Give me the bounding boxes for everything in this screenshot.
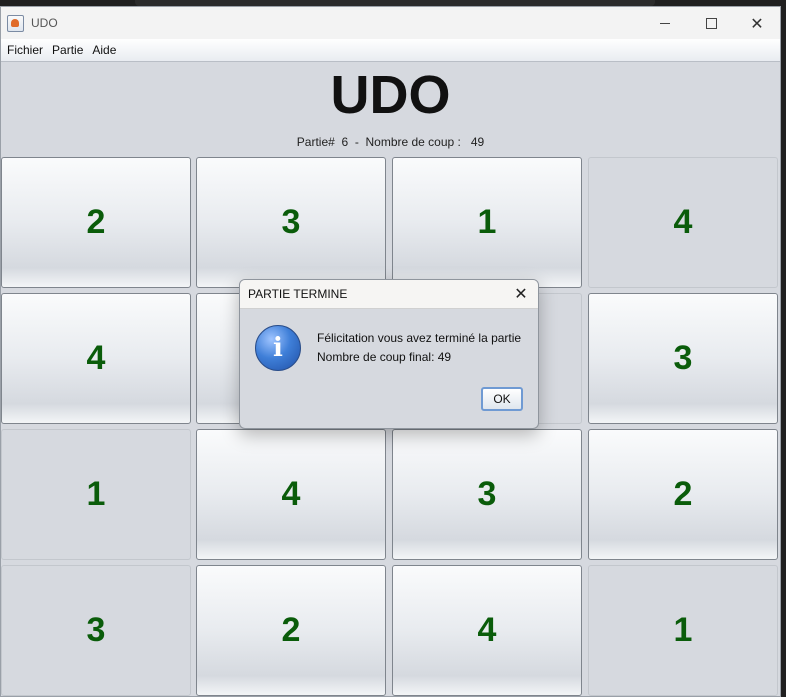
menu-aide[interactable]: Aide	[92, 43, 116, 57]
dialog-title-bar[interactable]: PARTIE TERMINE ✕	[240, 280, 538, 309]
grid-cell-r3c3[interactable]: 3	[392, 429, 582, 560]
java-app-icon	[7, 14, 24, 32]
info-icon: i	[255, 325, 301, 371]
window-title: UDO	[31, 16, 58, 30]
grid-cell-r1c2[interactable]: 3	[196, 157, 386, 288]
menu-fichier[interactable]: Fichier	[7, 43, 43, 57]
grid-cell-r2c1[interactable]: 4	[1, 293, 191, 424]
grid-cell-r1c1[interactable]: 2	[1, 157, 191, 288]
grid-cell-r4c1[interactable]: 3	[1, 565, 191, 696]
ok-button[interactable]: OK	[481, 387, 523, 411]
game-title: UDO	[330, 65, 451, 125]
dialog-close-button[interactable]: ✕	[512, 284, 530, 303]
minimize-button[interactable]	[642, 7, 688, 39]
menu-bar: Fichier Partie Aide	[1, 39, 780, 62]
dialog-message-line2: Nombre de coup final: 49	[317, 350, 452, 364]
grid-cell-r2c4[interactable]: 3	[588, 293, 778, 424]
dialog-message-line1: Félicitation vous avez terminé la partie	[317, 331, 522, 345]
grid-cell-r4c4[interactable]: 1	[588, 565, 778, 696]
grid-cell-r3c1[interactable]: 1	[1, 429, 191, 560]
title-bar[interactable]: UDO ✕	[1, 7, 780, 39]
dialog-title: PARTIE TERMINE	[248, 287, 348, 301]
window-controls: ✕	[642, 7, 780, 39]
grid-cell-r4c2[interactable]: 2	[196, 565, 386, 696]
grid-cell-r1c4[interactable]: 4	[588, 157, 778, 288]
grid-cell-r3c2[interactable]: 4	[196, 429, 386, 560]
game-over-dialog: PARTIE TERMINE ✕ i Félicitation vous ave…	[239, 279, 539, 429]
grid-cell-r3c4[interactable]: 2	[588, 429, 778, 560]
game-status: Partie# 6 - Nombre de coup : 49	[296, 135, 485, 149]
grid-cell-r4c3[interactable]: 4	[392, 565, 582, 696]
menu-partie[interactable]: Partie	[52, 43, 83, 57]
grid-cell-r1c3[interactable]: 1	[392, 157, 582, 288]
maximize-button[interactable]	[688, 7, 734, 39]
close-button[interactable]: ✕	[734, 7, 780, 39]
